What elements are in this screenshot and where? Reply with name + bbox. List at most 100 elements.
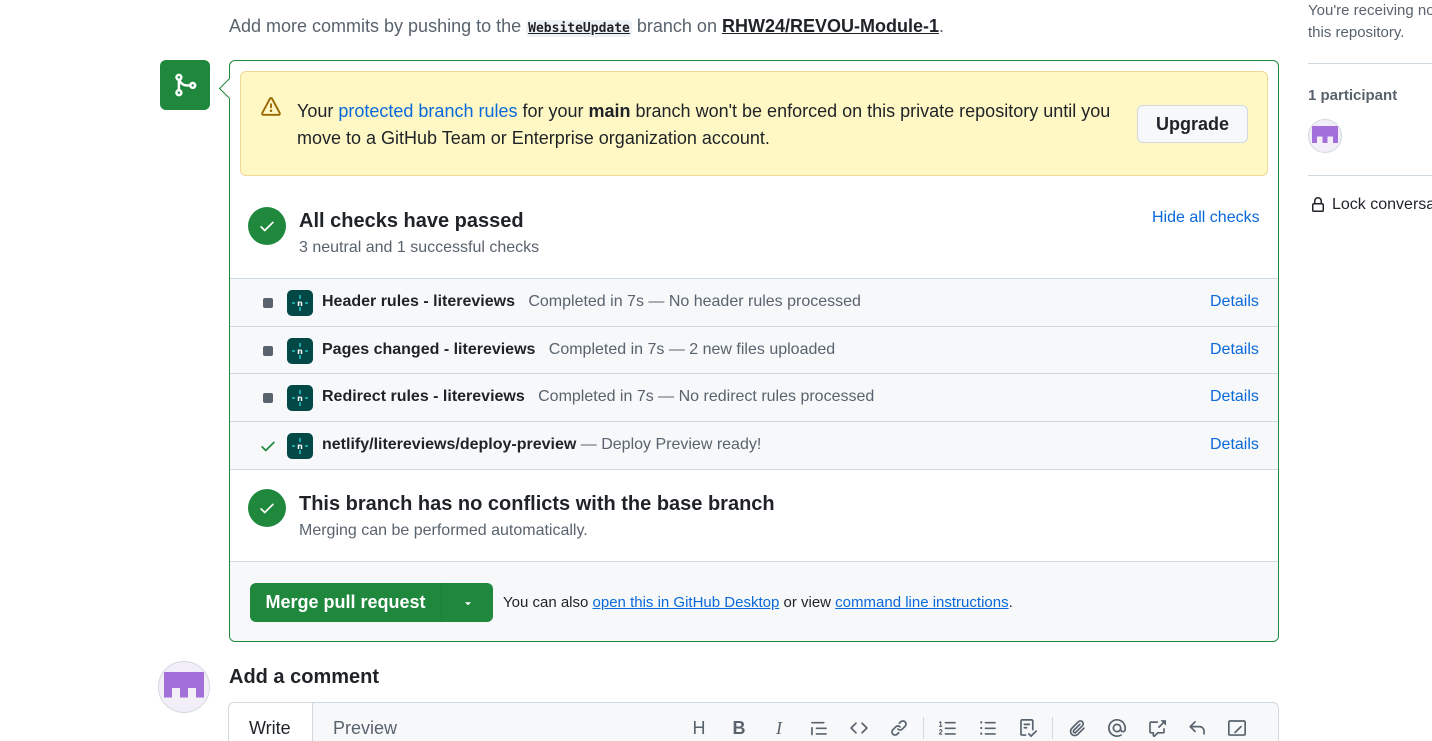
git-merge-icon — [175, 73, 197, 97]
slash-commands-icon[interactable] — [1217, 716, 1257, 740]
merge-method-dropdown[interactable] — [441, 583, 493, 622]
neutral-status-icon — [263, 345, 273, 356]
command-line-instructions-link[interactable]: command line instructions — [835, 594, 1008, 611]
check-details-link[interactable]: Details — [1210, 388, 1259, 406]
check-icon — [260, 503, 274, 514]
italic-icon[interactable]: I — [759, 716, 799, 740]
merge-alt-part: You can also — [503, 594, 593, 611]
success-check-icon — [261, 441, 275, 451]
quote-icon[interactable] — [799, 716, 839, 740]
user-avatar[interactable] — [158, 661, 210, 713]
sidebar-divider — [1308, 63, 1432, 64]
notification-line: You're receiving no — [1308, 2, 1432, 19]
lock-conversation-button[interactable]: Lock conversat — [1310, 196, 1432, 214]
add-comment-title: Add a comment — [229, 666, 380, 688]
head-branch-name[interactable]: WebsiteUpdate — [526, 20, 632, 37]
push-hint: Add more commits by pushing to the Websi… — [229, 16, 944, 37]
check-icon — [260, 221, 274, 232]
check-details-link[interactable]: Details — [1210, 341, 1259, 359]
check-details-link[interactable]: Details — [1210, 293, 1259, 311]
tab-preview[interactable]: Preview — [333, 718, 397, 739]
svg-text:n: n — [297, 442, 303, 451]
check-row-pages-changed: n Pages changed - litereviews Completed … — [230, 327, 1278, 374]
hide-all-checks-link[interactable]: Hide all checks — [1152, 209, 1260, 227]
paperclip-icon[interactable] — [1057, 716, 1097, 740]
push-hint-prefix: Add more commits by pushing to the — [229, 16, 527, 36]
check-row-header-rules: n Header rules - litereviews Completed i… — [230, 279, 1278, 327]
check-name: Header rules - litereviews — [322, 293, 515, 310]
sidebar-divider — [1308, 175, 1432, 176]
netlify-icon: n — [287, 290, 313, 316]
svg-text:n: n — [297, 347, 303, 356]
bold-icon[interactable]: B — [719, 716, 759, 740]
conflicts-title: This branch has no conflicts with the ba… — [299, 493, 775, 515]
checks-subtitle: 3 neutral and 1 successful checks — [299, 239, 540, 256]
task-list-icon[interactable] — [1008, 716, 1048, 740]
check-description: Completed in 7s — No redirect rules proc… — [538, 388, 875, 405]
warning-text: Your protected branch rules for your mai… — [297, 98, 1117, 152]
triangle-down-icon — [464, 601, 471, 605]
netlify-icon: n — [287, 432, 313, 459]
tab-write[interactable]: Write — [229, 703, 313, 741]
checks-list: n Header rules - litereviews Completed i… — [230, 278, 1278, 470]
merge-footer: Merge pull request You can also open thi… — [230, 561, 1278, 641]
comment-editor: Write Preview H B I — [228, 702, 1279, 741]
cross-reference-icon[interactable] — [1137, 716, 1177, 740]
upgrade-button[interactable]: Upgrade — [1137, 105, 1248, 143]
lock-conversation-label: Lock conversat — [1332, 196, 1432, 213]
check-description: — Deploy Preview ready! — [580, 435, 762, 453]
participant-avatar[interactable] — [1308, 119, 1342, 153]
base-branch-name: main — [588, 101, 631, 121]
check-name: Redirect rules - litereviews — [322, 388, 525, 405]
code-icon[interactable] — [839, 716, 879, 740]
conflicts-subtitle: Merging can be performed automatically. — [299, 522, 588, 539]
participants-count: 1 participant — [1308, 87, 1398, 104]
checks-passed-icon — [248, 207, 286, 245]
repo-link[interactable]: RHW24/REVOU-Module-1 — [722, 16, 939, 36]
merge-box: Your protected branch rules for your mai… — [229, 60, 1279, 642]
push-hint-suffix: . — [938, 16, 944, 36]
merge-button-group: Merge pull request — [250, 583, 493, 622]
push-hint-middle: branch on — [631, 16, 722, 36]
reply-icon[interactable] — [1177, 716, 1217, 740]
notification-line: this repository. — [1308, 24, 1405, 41]
check-text: Redirect rules - litereviews Completed i… — [322, 388, 874, 406]
neutral-status-icon — [263, 298, 273, 308]
check-details-link[interactable]: Details — [1210, 436, 1259, 454]
check-text: Header rules - litereviews Completed in … — [322, 293, 861, 311]
check-text: Pages changed - litereviews Completed in… — [322, 341, 835, 359]
check-name: netlify/litereviews/deploy-preview — [322, 435, 577, 453]
no-conflicts-icon — [248, 489, 286, 527]
markdown-toolbar: H B I — [679, 716, 1257, 740]
merge-pull-request-button[interactable]: Merge pull request — [250, 583, 441, 622]
toolbar-divider — [923, 717, 924, 739]
svg-text:n: n — [297, 299, 303, 308]
checks-title: All checks have passed — [299, 210, 524, 232]
netlify-icon: n — [287, 337, 313, 364]
merge-alternatives-text: You can also open this in GitHub Desktop… — [503, 594, 1013, 611]
warning-text-part: for your — [517, 101, 589, 121]
warning-text-part: Your — [297, 101, 339, 121]
merge-alt-part: . — [1008, 594, 1013, 611]
link-icon[interactable] — [879, 716, 919, 740]
mention-icon[interactable] — [1097, 716, 1137, 740]
lock-icon — [1312, 197, 1324, 212]
check-description: Completed in 7s — No header rules proces… — [528, 293, 861, 310]
heading-icon[interactable]: H — [679, 716, 719, 740]
unordered-list-icon[interactable] — [968, 716, 1008, 740]
svg-text:n: n — [297, 394, 303, 403]
notification-reason: You're receiving no this repository. — [1308, 0, 1432, 44]
protected-branch-warning: Your protected branch rules for your mai… — [240, 71, 1268, 176]
ordered-list-icon[interactable] — [928, 716, 968, 740]
merge-status-icon-box — [160, 60, 210, 110]
toolbar-divider — [1052, 717, 1053, 739]
open-github-desktop-link[interactable]: open this in GitHub Desktop — [593, 594, 780, 611]
check-description: Completed in 7s — 2 new files uploaded — [548, 340, 836, 358]
check-row-deploy-preview: n netlify/litereviews/deploy-preview — D… — [230, 422, 1278, 470]
identicon-icon — [1312, 126, 1338, 143]
right-sidebar: You're receiving no this repository. 1 p… — [1308, 0, 1432, 741]
alert-icon — [261, 97, 281, 116]
neutral-status-icon — [263, 393, 273, 403]
identicon-icon — [164, 671, 204, 698]
protected-branch-rules-link[interactable]: protected branch rules — [338, 101, 517, 121]
